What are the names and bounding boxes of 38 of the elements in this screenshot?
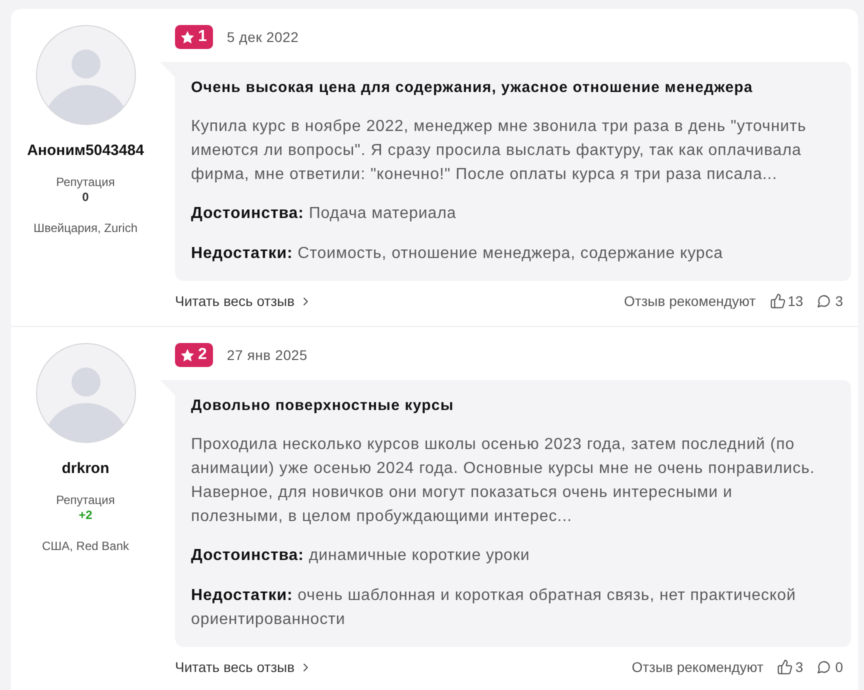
chevron-right-icon bbox=[300, 662, 310, 672]
rating-value: 1 bbox=[198, 28, 207, 46]
thumbs-up-icon bbox=[770, 293, 786, 309]
author-location: США, Red Bank bbox=[42, 539, 130, 553]
comment-icon bbox=[817, 294, 832, 308]
review-cons: Недостатки: очень шаблонная и короткая обратная связь, нет практической ориентированности bbox=[191, 586, 797, 630]
star-icon bbox=[180, 348, 195, 362]
review-date: 27 янв 2025 bbox=[226, 346, 308, 364]
like-button[interactable]: 3 bbox=[777, 659, 804, 675]
comments-button[interactable]: 0 bbox=[817, 659, 843, 675]
reputation-label: Репутация bbox=[56, 493, 115, 507]
review-title: Довольно поверхностные курсы bbox=[191, 396, 455, 416]
author-name: drkron bbox=[62, 460, 110, 478]
chevron-right-icon bbox=[300, 296, 310, 306]
reputation-value: 0 bbox=[82, 190, 89, 204]
author-name: Аноним5043484 bbox=[27, 142, 144, 160]
review-pros: Достоинства: динамичные короткие уроки bbox=[191, 546, 531, 566]
comment-icon bbox=[817, 660, 832, 674]
avatar-icon bbox=[36, 25, 136, 125]
review-title: Очень высокая цена для содержания, ужасное отношение менеджера bbox=[191, 78, 754, 98]
recommend-label: Отзыв рекомендуют bbox=[632, 659, 764, 675]
recommend-label: Отзыв рекомендуют bbox=[624, 293, 756, 309]
like-button[interactable]: 13 bbox=[770, 293, 804, 309]
rating-value: 2 bbox=[198, 346, 207, 364]
review-text: Проходила несколько курсов школы осенью 2023 года, затем последний (по анимации) уже осенью 2024 года. Основные курсы мне не очень понравились. Наверное, для новичков они могут показаться очень интересными и полезными, в целом пробуждающими интерес... bbox=[191, 435, 816, 527]
reputation-label: Репутация bbox=[56, 175, 115, 189]
review-text: Купила курс в ноябре 2022, менеджер мне звонила три раза в день "уточнить имеются ли вопросы". Я сразу просила выслать фактуру, так как оплачивала фирма, мне ответили: "конечно!" После оплаты курса я три раза писала... bbox=[191, 117, 808, 185]
comments-button[interactable]: 3 bbox=[817, 293, 843, 309]
thumbs-up-icon bbox=[777, 659, 794, 675]
star-icon bbox=[180, 30, 195, 44]
avatar-icon bbox=[36, 343, 136, 443]
read-more-link[interactable]: Читать весь отзыв bbox=[175, 293, 310, 309]
review-pros: Достоинства: Подача материала bbox=[191, 204, 458, 224]
review-date: 5 дек 2022 bbox=[226, 28, 299, 46]
author-location: Швейцария, Zurich bbox=[33, 221, 138, 235]
read-more-link[interactable]: Читать весь отзыв bbox=[175, 659, 310, 675]
reputation-value: +2 bbox=[78, 508, 92, 522]
review-cons: Недостатки: Стоимость, отношение менеджера, содержание курса bbox=[191, 244, 724, 264]
